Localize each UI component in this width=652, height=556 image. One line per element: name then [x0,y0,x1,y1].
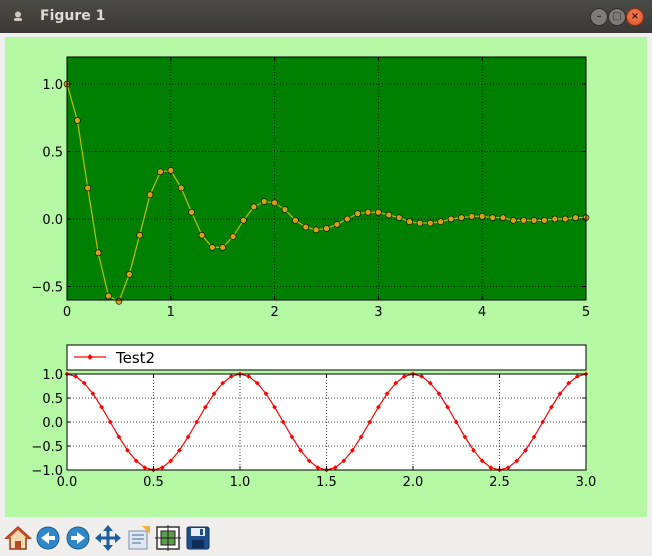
bottom-x-tick-label: 1.5 [316,475,337,490]
top-data-point [105,292,112,300]
top-data-point [209,244,216,251]
top-data-point [520,217,528,224]
top-data-point [510,217,517,224]
top-data-point [250,203,258,211]
top-y-tick-label: 1.0 [42,78,63,93]
figure-canvas[interactable]: 0 1 2 3 4 5 1.0 0.5 0.0 −0.5 Test2 0.0 0.5 1.0 1.5 2.… [5,37,647,517]
top-data-point [125,271,133,278]
top-data-point [146,191,154,198]
bottom-y-tick-label: 0.0 [42,416,63,431]
top-y-tick-label: 0.5 [42,146,63,161]
top-data-point [395,214,403,221]
top-data-point [551,215,559,223]
top-data-point [115,298,123,305]
top-data-point [489,214,496,221]
top-data-point [343,215,351,223]
top-data-point [229,233,237,240]
top-data-point [541,217,548,224]
bottom-x-tick-label: 3.0 [576,475,597,490]
top-x-tick-label: 3 [374,305,382,320]
top-data-point [530,217,538,224]
top-data-point [94,249,102,257]
bottom-y-tick-label: −0.5 [31,440,63,455]
top-data-point [136,231,143,239]
top-data-point [167,167,175,174]
top-data-point [333,221,341,228]
top-data-point [426,219,434,227]
bottom-y-tick-label: −1.0 [31,464,63,479]
bottom-x-tick-label: 1.0 [230,475,251,490]
maximize-button[interactable]: □ [608,8,626,26]
top-data-point [385,211,393,219]
top-x-tick-label: 1 [167,305,175,320]
top-data-point [188,208,195,216]
top-data-point [437,218,444,225]
top-data-point [292,217,299,224]
window-titlebar: Figure 1 – □ × [0,0,652,33]
top-data-point [458,214,465,221]
top-y-tick-label: −0.5 [31,281,63,296]
close-button[interactable]: × [626,8,644,26]
close-icon: × [630,11,640,22]
top-x-tick-label: 5 [582,305,590,320]
top-x-tick-label: 0 [63,305,71,320]
legend: Test2 [66,344,587,371]
top-data-point [499,214,507,221]
top-data-point [406,218,413,225]
top-plot-area [67,57,586,300]
top-data-point [281,206,289,213]
top-x-tick-label: 2 [270,305,278,320]
bottom-x-tick-label: 0.5 [143,475,164,490]
top-data-point [177,184,185,192]
top-data-point [447,215,455,223]
top-data-point [198,231,206,239]
bottom-x-tick-label: 2.5 [489,475,510,490]
top-y-tick-label: 0.0 [42,213,63,228]
top-data-point [375,208,382,216]
top-data-point [354,210,361,217]
top-data-point [219,244,226,251]
top-data-point [364,208,372,216]
top-data-point [260,198,268,205]
app-icon [14,11,22,21]
minimize-button[interactable]: – [590,8,608,26]
figure-svg: 0 1 2 3 4 5 1.0 0.5 0.0 −0.5 Test2 0.0 0.5 1.0 1.5 2.… [31,56,596,490]
window-title: Figure 1 [40,8,106,24]
maximize-icon: □ [612,11,622,22]
top-data-point [157,168,164,176]
top-data-point [323,225,330,232]
top-data-point [302,223,310,231]
configure-subplots-icon[interactable] [154,524,182,552]
bottom-axes: 0.0 0.5 1.0 1.5 2.0 2.5 3.01.00.50.0−0.5−1.0 [31,368,596,490]
top-data-point [312,226,320,234]
bottom-x-tick-label: 2.0 [403,475,424,490]
minimize-icon: – [596,11,602,22]
top-data-point [468,213,476,220]
top-data-point [271,199,278,207]
top-data-point [416,219,424,227]
back-icon[interactable] [34,524,62,552]
top-x-tick-label: 4 [478,305,486,320]
pan-icon[interactable] [94,524,122,552]
bottom-y-tick-label: 0.5 [42,392,63,407]
forward-icon[interactable] [64,524,92,552]
top-data-point [74,117,81,124]
bottom-y-tick-label: 1.0 [42,368,63,383]
top-data-point [84,184,92,192]
save-icon[interactable] [184,524,212,552]
top-data-point [561,215,569,223]
home-icon[interactable] [4,524,32,552]
top-data-point [240,217,247,224]
legend-label: Test2 [115,349,155,367]
navigation-toolbar [0,520,652,556]
top-data-point [572,214,579,221]
top-data-point [478,213,486,220]
top-axes: 0 1 2 3 4 5 1.0 0.5 0.0 −0.5 [31,56,590,320]
zoom-icon[interactable] [124,524,152,552]
